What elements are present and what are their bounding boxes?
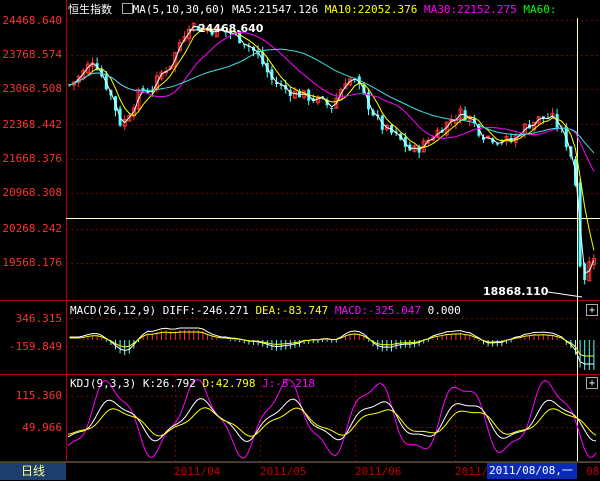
macd-value: MACD:-325.047 xyxy=(334,304,422,317)
candle-body xyxy=(495,143,499,145)
kdj-j: J:-5.218 xyxy=(262,377,316,390)
date-label: 2011/06 xyxy=(355,465,402,478)
macd-diff: DIFF:-246.271 xyxy=(162,304,249,317)
date-label: 2011/ xyxy=(455,465,489,478)
kdj-k: K:26.792 xyxy=(142,377,196,390)
date-label-tail: 08 xyxy=(586,465,600,478)
cursor-date: 2011/08/08,一 xyxy=(487,463,577,479)
macd-zero: 0.000 xyxy=(427,304,461,317)
low-annotation: 18868.110 xyxy=(483,285,549,298)
expand-button[interactable]: + xyxy=(586,304,598,316)
macd-header: MACD(26,12,9) DIFF:-246.271 DEA:-83.747 … xyxy=(70,304,461,317)
ma-lines xyxy=(69,25,595,274)
kdj-label[interactable]: KDJ(9,3,3) xyxy=(70,377,136,390)
candle-body xyxy=(486,135,491,138)
period-tab-daily[interactable]: 日线 xyxy=(0,463,66,480)
kdj-header: KDJ(9,3,3) K:26.792 D:42.798 J:-5.218 xyxy=(70,377,315,390)
frames xyxy=(0,0,600,462)
kdj-j-line xyxy=(67,379,597,459)
date-label: 2011/05 xyxy=(260,465,307,478)
kdj-k-line xyxy=(67,398,597,442)
kdj-axis-top: 115.360 xyxy=(15,389,62,402)
macd-axis-bottom: -159.849 xyxy=(9,340,62,353)
low-marker-line xyxy=(547,291,583,298)
kdj-lines xyxy=(67,379,597,459)
kdj-d-line xyxy=(67,407,597,437)
macd-label[interactable]: MACD(26,12,9) xyxy=(70,304,156,317)
macd-dea: DEA:-83.747 xyxy=(255,304,329,317)
high-annotation: 24468.640 xyxy=(198,22,264,35)
kdj-axis-bottom: 49.966 xyxy=(22,421,62,434)
macd-axis-top: 346.315 xyxy=(15,312,62,325)
price-gridlines xyxy=(66,20,600,428)
expand-button[interactable]: + xyxy=(586,377,598,389)
chart-canvas[interactable] xyxy=(0,0,600,462)
kdj-d: D:42.798 xyxy=(202,377,256,390)
candle-body xyxy=(330,107,334,109)
date-label: 2011/04 xyxy=(174,465,221,478)
ma5-line xyxy=(69,25,595,274)
candlesticks xyxy=(68,22,596,285)
macd-histogram xyxy=(82,330,595,370)
